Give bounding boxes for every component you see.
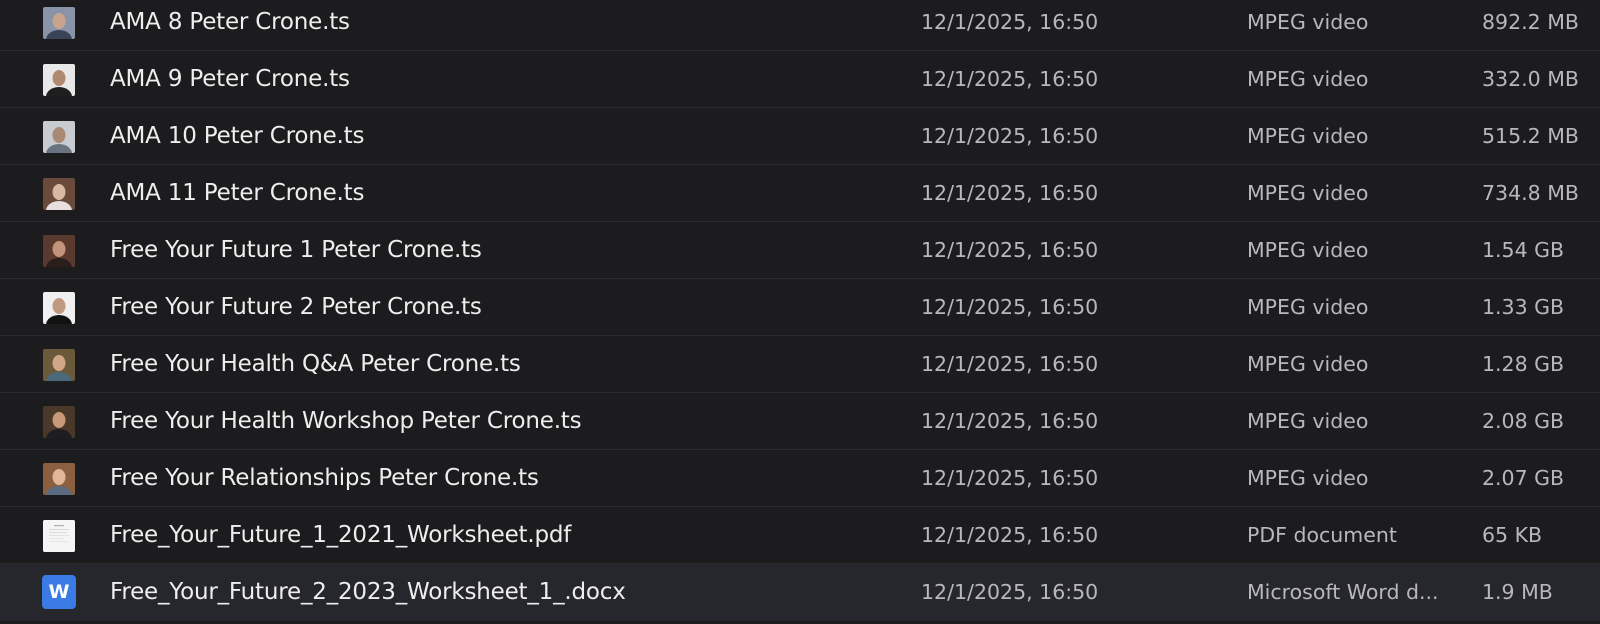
file-row[interactable]: AMA 8 Peter Crone.ts 12/1/2025, 16:50 MP… (0, 0, 1600, 51)
file-size: 1.54 GB (1482, 238, 1565, 262)
word-document-icon: W (42, 575, 76, 609)
file-name: Free Your Health Workshop Peter Crone.ts (110, 408, 582, 434)
file-modified-date: 12/1/2025, 16:50 (921, 295, 1099, 319)
file-row[interactable]: Free Your Health Q&A Peter Crone.ts 12/1… (0, 336, 1600, 393)
file-modified-date: 12/1/2025, 16:50 (921, 409, 1099, 433)
file-name: Free Your Future 1 Peter Crone.ts (110, 237, 482, 263)
video-thumbnail-icon (43, 349, 75, 381)
video-thumbnail-icon (43, 121, 75, 153)
video-thumbnail-icon (43, 406, 75, 438)
file-kind: MPEG video (1247, 295, 1369, 319)
file-size: 1.28 GB (1482, 352, 1565, 376)
file-row[interactable]: AMA 9 Peter Crone.ts 12/1/2025, 16:50 MP… (0, 51, 1600, 108)
file-kind: MPEG video (1247, 409, 1369, 433)
file-kind: MPEG video (1247, 352, 1369, 376)
file-modified-date: 12/1/2025, 16:50 (921, 124, 1099, 148)
file-row[interactable]: Free Your Health Workshop Peter Crone.ts… (0, 393, 1600, 450)
file-size: 892.2 MB (1482, 10, 1579, 34)
pdf-document-icon (43, 520, 75, 552)
file-size: 2.08 GB (1482, 409, 1565, 433)
file-kind: MPEG video (1247, 466, 1369, 490)
file-modified-date: 12/1/2025, 16:50 (921, 352, 1099, 376)
file-row[interactable]: Free Your Future 2 Peter Crone.ts 12/1/2… (0, 279, 1600, 336)
file-list: AMA 8 Peter Crone.ts 12/1/2025, 16:50 MP… (0, 0, 1600, 621)
file-name: Free Your Future 2 Peter Crone.ts (110, 294, 482, 320)
file-name: Free_Your_Future_2_2023_Worksheet_1_.doc… (110, 579, 626, 605)
file-name: AMA 10 Peter Crone.ts (110, 123, 365, 149)
file-modified-date: 12/1/2025, 16:50 (921, 181, 1099, 205)
video-thumbnail-icon (43, 7, 75, 39)
file-kind: MPEG video (1247, 181, 1369, 205)
file-kind: MPEG video (1247, 67, 1369, 91)
video-thumbnail-icon (43, 463, 75, 495)
file-name: Free Your Relationships Peter Crone.ts (110, 465, 539, 491)
file-modified-date: 12/1/2025, 16:50 (921, 523, 1099, 547)
file-size: 1.9 MB (1482, 580, 1553, 604)
file-name: Free_Your_Future_1_2021_Worksheet.pdf (110, 522, 572, 548)
file-size: 332.0 MB (1482, 67, 1579, 91)
file-name: AMA 9 Peter Crone.ts (110, 66, 350, 92)
video-thumbnail-icon (43, 292, 75, 324)
file-name: Free Your Health Q&A Peter Crone.ts (110, 351, 521, 377)
file-kind: MPEG video (1247, 124, 1369, 148)
file-row[interactable]: AMA 11 Peter Crone.ts 12/1/2025, 16:50 M… (0, 165, 1600, 222)
file-row[interactable]: AMA 10 Peter Crone.ts 12/1/2025, 16:50 M… (0, 108, 1600, 165)
file-row[interactable]: Free Your Relationships Peter Crone.ts 1… (0, 450, 1600, 507)
file-modified-date: 12/1/2025, 16:50 (921, 580, 1099, 604)
video-thumbnail-icon (43, 64, 75, 96)
file-modified-date: 12/1/2025, 16:50 (921, 466, 1099, 490)
file-kind: MPEG video (1247, 10, 1369, 34)
file-row[interactable]: Free_Your_Future_1_2021_Worksheet.pdf 12… (0, 507, 1600, 564)
video-thumbnail-icon (43, 235, 75, 267)
file-kind: MPEG video (1247, 238, 1369, 262)
file-size: 734.8 MB (1482, 181, 1579, 205)
file-kind: Microsoft Word d... (1247, 580, 1439, 604)
file-row-selected[interactable]: W Free_Your_Future_2_2023_Worksheet_1_.d… (0, 564, 1600, 621)
file-name: AMA 11 Peter Crone.ts (110, 180, 365, 206)
file-size: 65 KB (1482, 523, 1543, 547)
file-modified-date: 12/1/2025, 16:50 (921, 67, 1099, 91)
file-size: 515.2 MB (1482, 124, 1579, 148)
file-name: AMA 8 Peter Crone.ts (110, 9, 350, 35)
file-kind: PDF document (1247, 523, 1397, 547)
file-row[interactable]: Free Your Future 1 Peter Crone.ts 12/1/2… (0, 222, 1600, 279)
file-size: 1.33 GB (1482, 295, 1565, 319)
file-size: 2.07 GB (1482, 466, 1565, 490)
video-thumbnail-icon (43, 178, 75, 210)
file-modified-date: 12/1/2025, 16:50 (921, 238, 1099, 262)
file-modified-date: 12/1/2025, 16:50 (921, 10, 1099, 34)
